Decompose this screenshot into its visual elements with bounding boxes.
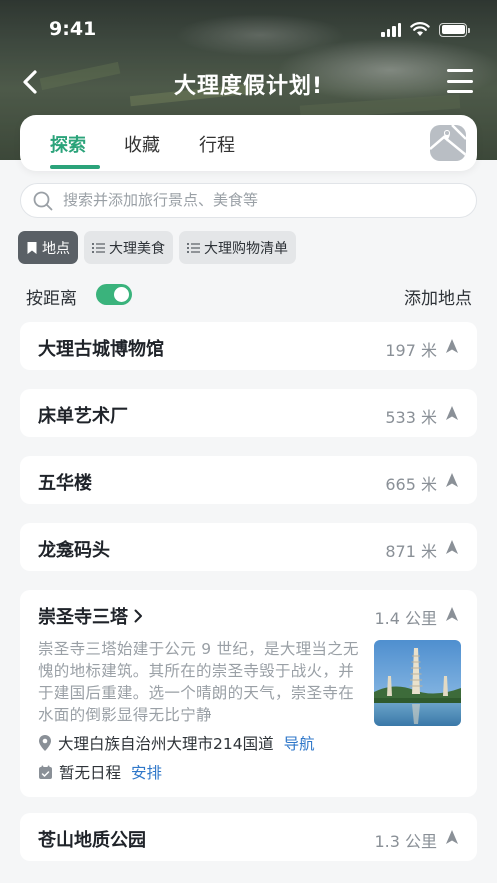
status-icons [381, 22, 470, 37]
navigation-arrow-icon [446, 473, 458, 487]
calendar-icon [39, 765, 52, 779]
location-pin-icon [39, 735, 51, 751]
chip-label: 大理购物清单 [204, 240, 288, 257]
place-address: 大理白族自治州大理市214国道 [58, 735, 274, 753]
bookmark-icon [27, 241, 37, 254]
place-card[interactable]: 大理古城博物馆 197 米 [20, 322, 477, 370]
pagoda-photo [374, 640, 461, 726]
navigation-arrow-icon [446, 830, 458, 844]
place-schedule-row: 暂无日程 安排 [38, 761, 162, 783]
arrange-link[interactable]: 安排 [131, 761, 162, 783]
place-name: 苍山地质公园 [38, 830, 146, 851]
place-name: 五华楼 [38, 473, 92, 494]
category-chips: 地点 大理美食 大理购物清单 [18, 231, 296, 264]
navigation-arrow-icon [446, 607, 458, 621]
battery-icon [439, 22, 470, 37]
list-icon [187, 242, 200, 253]
navigation-arrow-icon [446, 406, 458, 420]
chip-dali-food[interactable]: 大理美食 [84, 231, 173, 264]
status-time: 9:41 [49, 18, 97, 40]
navigation-arrow-icon [446, 540, 458, 554]
place-name-text: 崇圣寺三塔 [38, 607, 128, 628]
place-photo[interactable] [374, 640, 461, 726]
cellular-signal-icon [381, 22, 401, 37]
place-name[interactable]: 崇圣寺三塔 [38, 603, 143, 629]
sort-by-distance-toggle[interactable] [96, 284, 132, 305]
search-input[interactable] [63, 187, 463, 213]
chevron-right-icon [134, 609, 142, 623]
tab-explore[interactable]: 探索 [50, 131, 86, 157]
place-card[interactable]: 龙龛码头 871 米 [20, 523, 477, 571]
sort-row: 按距离 添加地点 [26, 282, 472, 309]
place-name: 龙龛码头 [38, 540, 110, 561]
place-distance: 665 米 [385, 475, 437, 494]
place-card[interactable]: 五华楼 665 米 [20, 456, 477, 504]
place-distance: 1.3 公里 [374, 832, 437, 851]
menu-icon[interactable] [447, 69, 473, 93]
map-pin-icon [430, 125, 466, 156]
chip-label: 地点 [42, 240, 70, 257]
place-name: 大理古城博物馆 [38, 339, 164, 360]
place-card[interactable]: 床单艺术厂 533 米 [20, 389, 477, 437]
tab-favorites[interactable]: 收藏 [124, 131, 160, 157]
search-icon [33, 191, 53, 211]
chip-places[interactable]: 地点 [18, 231, 78, 264]
add-place-button[interactable]: 添加地点 [404, 284, 472, 309]
place-card-expanded[interactable]: 崇圣寺三塔 1.4 公里 崇圣寺三塔始建于公元 9 世纪，是大理当之无愧的地标建… [20, 590, 477, 797]
place-card[interactable]: 苍山地质公园 1.3 公里 [20, 813, 477, 861]
place-description: 崇圣寺三塔始建于公元 9 世纪，是大理当之无愧的地标建筑。其所在的崇圣寺毁于战火… [38, 640, 359, 724]
page-title: 大理度假计划! [173, 74, 324, 99]
tab-bar: 探索 收藏 行程 [20, 115, 477, 171]
place-distance: 1.4 公里 [374, 609, 437, 628]
tab-itinerary[interactable]: 行程 [199, 131, 235, 157]
place-address-row: 大理白族自治州大理市214国道 导航 [38, 732, 315, 754]
wifi-icon [410, 22, 430, 36]
nav-bar: 大理度假计划! [0, 60, 497, 104]
place-distance: 871 米 [385, 542, 437, 561]
navigation-arrow-icon [446, 339, 458, 353]
navigate-link[interactable]: 导航 [284, 732, 315, 754]
status-bar: 9:41 [0, 0, 497, 60]
place-name: 床单艺术厂 [38, 406, 128, 427]
list-icon [92, 242, 105, 253]
place-distance: 197 米 [385, 341, 437, 360]
place-distance: 533 米 [385, 408, 437, 427]
sort-by-distance-label: 按距离 [26, 289, 77, 309]
map-button[interactable] [430, 125, 466, 161]
schedule-status: 暂无日程 [59, 764, 122, 782]
chip-label: 大理美食 [109, 240, 165, 257]
chip-dali-shopping-list[interactable]: 大理购物清单 [179, 231, 296, 264]
tab-active-indicator [50, 165, 100, 169]
search-bar [20, 183, 477, 218]
